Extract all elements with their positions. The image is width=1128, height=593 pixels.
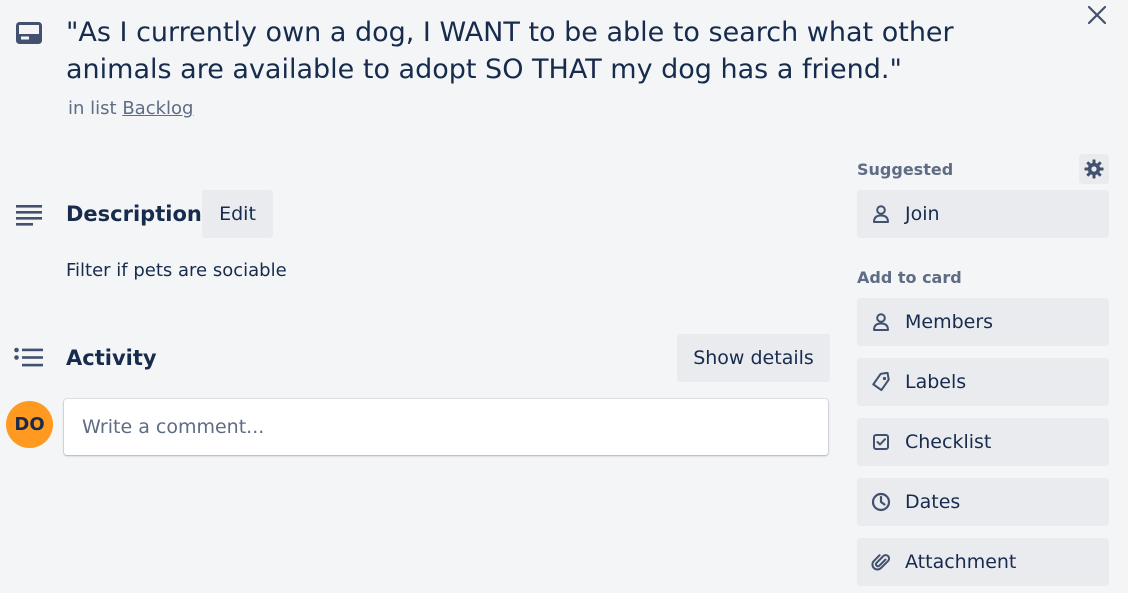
person-icon xyxy=(871,204,891,224)
card-title[interactable]: "As I currently own a dog, I WANT to be … xyxy=(66,14,1026,88)
list-link[interactable]: Backlog xyxy=(122,98,193,119)
card-detail-modal: "As I currently own a dog, I WANT to be … xyxy=(0,0,1128,593)
labels-label: Labels xyxy=(905,371,967,393)
clock-icon xyxy=(871,492,891,512)
checkbox-icon xyxy=(871,432,891,452)
description-heading: Description xyxy=(66,202,202,226)
join-button[interactable]: Join xyxy=(857,190,1109,238)
person-icon xyxy=(871,312,891,332)
edit-description-button[interactable]: Edit xyxy=(202,190,273,238)
avatar[interactable]: DO xyxy=(6,401,53,448)
suggested-settings-button[interactable] xyxy=(1079,154,1109,184)
close-icon[interactable] xyxy=(1086,4,1120,34)
in-list-prefix: in list xyxy=(68,98,117,119)
gear-icon xyxy=(1084,159,1104,179)
checklist-label: Checklist xyxy=(905,431,992,453)
labels-button[interactable]: Labels xyxy=(857,358,1109,406)
suggested-label: Suggested xyxy=(857,160,954,179)
paperclip-icon xyxy=(871,552,891,572)
attachment-button[interactable]: Attachment xyxy=(857,538,1109,586)
show-details-button[interactable]: Show details xyxy=(677,334,830,382)
attachment-label: Attachment xyxy=(905,551,1017,573)
comment-input[interactable] xyxy=(64,399,828,455)
members-button[interactable]: Members xyxy=(857,298,1109,346)
join-label: Join xyxy=(905,203,940,225)
checklist-button[interactable]: Checklist xyxy=(857,418,1109,466)
description-text[interactable]: Filter if pets are sociable xyxy=(66,260,287,281)
add-to-card-label: Add to card xyxy=(857,268,962,287)
activity-icon xyxy=(14,347,44,369)
activity-heading: Activity xyxy=(66,346,157,370)
members-label: Members xyxy=(905,311,994,333)
dates-button[interactable]: Dates xyxy=(857,478,1109,526)
card-icon xyxy=(16,22,42,44)
dates-label: Dates xyxy=(905,491,961,513)
list-reference: in list Backlog xyxy=(68,98,193,119)
description-icon xyxy=(16,204,42,226)
tag-icon xyxy=(871,372,891,392)
